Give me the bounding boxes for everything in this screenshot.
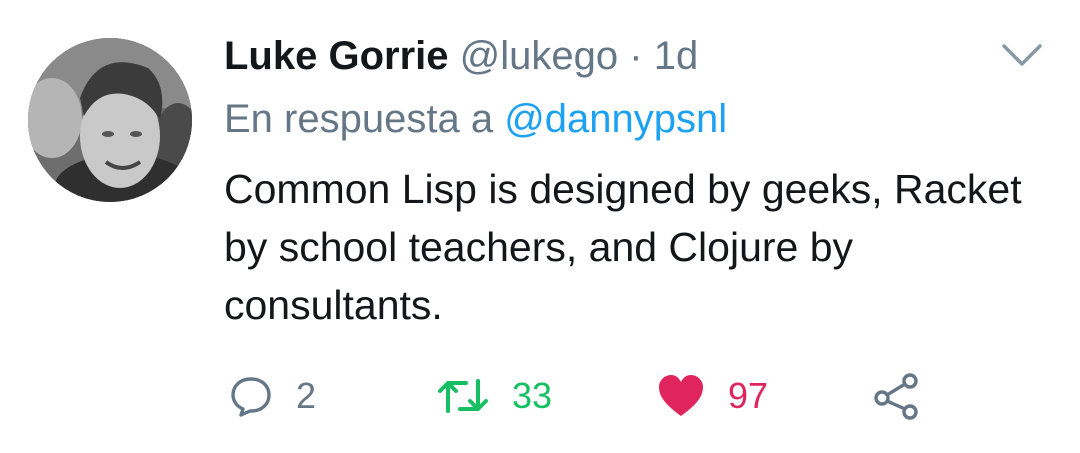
author-handle[interactable]: @lukego	[460, 34, 618, 78]
tweet-text: Common Lisp is designed by geeks, Racket…	[224, 166, 1022, 328]
like-button[interactable]: 97	[656, 366, 768, 426]
reply-context: En respuesta a @dannypsnl	[224, 92, 727, 146]
timestamp[interactable]: 1d	[654, 34, 699, 78]
retweet-icon	[438, 379, 488, 413]
separator: ·	[629, 34, 643, 78]
chevron-down-icon	[1002, 44, 1042, 66]
tweet-header: Luke Gorrie @lukego · 1d	[224, 30, 698, 82]
share-button[interactable]	[872, 366, 920, 426]
retweet-button[interactable]: 33	[436, 366, 552, 426]
retweet-count: 33	[512, 375, 553, 416]
tweet-actions: 2 33 97	[224, 366, 984, 426]
avatar[interactable]	[28, 38, 192, 202]
reply-count: 2	[296, 375, 317, 416]
tweet-menu-button[interactable]	[1000, 40, 1044, 70]
reply-button[interactable]: 2	[228, 366, 316, 426]
heart-icon	[659, 375, 703, 416]
reply-prefix: En respuesta a	[224, 97, 494, 141]
like-count: 97	[728, 375, 769, 416]
speech-bubble-icon	[231, 377, 271, 417]
author-name[interactable]: Luke Gorrie	[224, 34, 449, 78]
reply-to-link[interactable]: @dannypsnl	[504, 97, 727, 141]
tweet[interactable]: Luke Gorrie @lukego · 1d En respuesta a …	[0, 0, 1080, 453]
share-icon	[874, 373, 918, 420]
avatar-photo	[28, 38, 192, 202]
